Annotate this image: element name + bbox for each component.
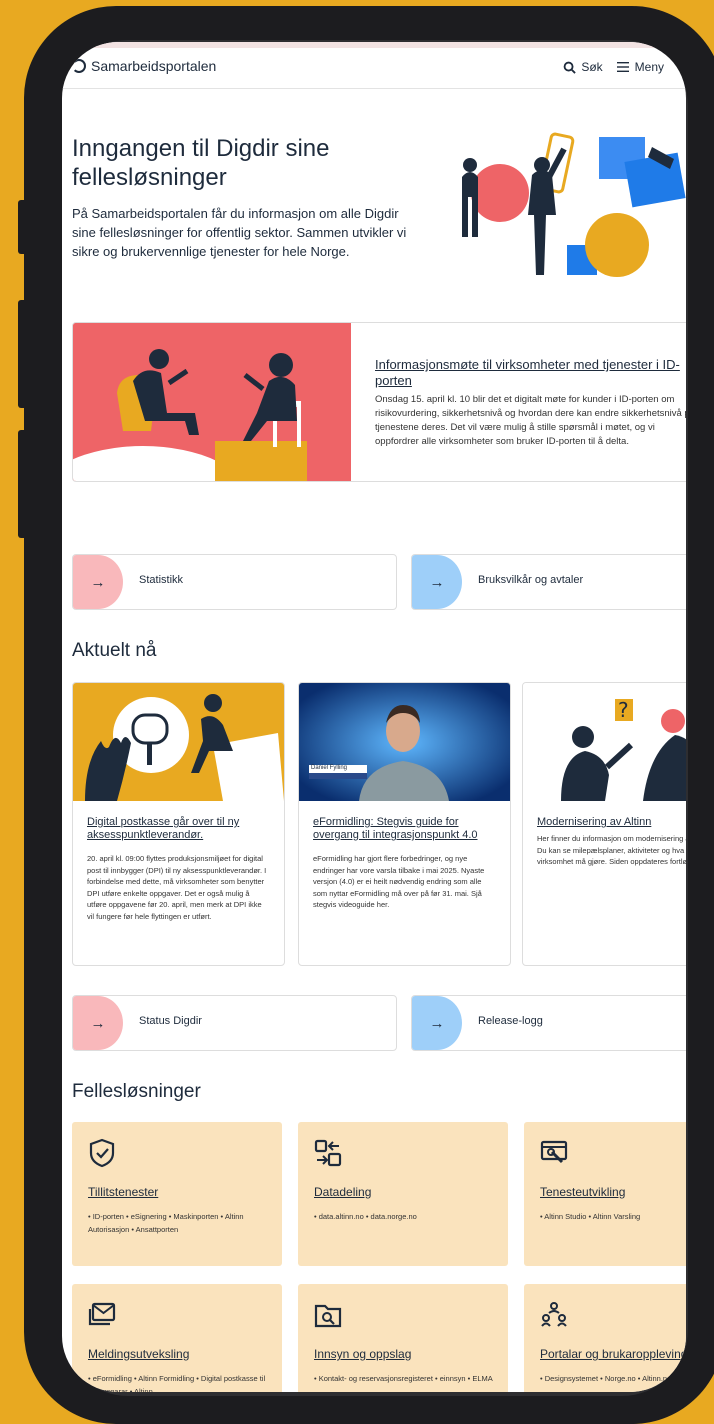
card-text: 20. april kl. 09:00 flyttes produksjonsm… bbox=[87, 854, 267, 921]
quicklink-statistikk[interactable]: → Statistikk bbox=[72, 554, 397, 610]
tile-title[interactable]: Innsyn og oppslag bbox=[314, 1347, 411, 1361]
hamburger-icon bbox=[616, 62, 629, 72]
solution-tile-innsyn[interactable]: Innsyn og oppslag • Kontakt- og reservas… bbox=[298, 1284, 508, 1392]
meeting-illustration bbox=[73, 323, 351, 481]
card-title[interactable]: Digital postkasse går over til ny aksess… bbox=[87, 816, 267, 842]
news-banner[interactable]: Informasjonsmøte til virksomheter med tj… bbox=[72, 322, 686, 482]
hero-description: På Samarbeidsportalen får du informasjon… bbox=[72, 206, 407, 259]
phone-screen: Samarbeidsportalen Søk Meny Inngangen ti… bbox=[62, 42, 686, 1392]
banner-text: Onsdag 15. april kl. 10 blir det et digi… bbox=[375, 394, 686, 447]
tile-title[interactable]: Meldingsutveksling bbox=[88, 1347, 189, 1361]
arrow-right-icon: → bbox=[73, 555, 123, 609]
screen-tool-icon bbox=[540, 1140, 568, 1164]
tile-text: • ID-porten • eSignering • Maskinporten … bbox=[88, 1212, 244, 1234]
card-title[interactable]: eFormidling: Stegvis guide for overgang … bbox=[313, 816, 493, 842]
tile-text: • Kontakt- og reservasjonsregisteret • e… bbox=[314, 1374, 493, 1383]
logo-icon bbox=[72, 59, 86, 73]
quicklink-release-logg[interactable]: → Release-logg bbox=[411, 995, 686, 1051]
card-text: Her finner du informasjon om moderniseri… bbox=[537, 834, 686, 866]
quicklink-label: Bruksvilkår og avtaler bbox=[478, 574, 584, 586]
question-illustration: ? bbox=[523, 683, 686, 801]
news-card[interactable]: ? Modernisering av Altinn Her finner du … bbox=[522, 682, 686, 966]
site-logo[interactable]: Samarbeidsportalen bbox=[72, 58, 216, 74]
news-section-title: Aktuelt nå bbox=[72, 640, 157, 661]
solution-tile-tillitstenester[interactable]: Tillitstenester • ID-porten • eSignering… bbox=[72, 1122, 282, 1266]
arrow-right-icon: → bbox=[412, 555, 462, 609]
site-header: Samarbeidsportalen Søk Meny bbox=[62, 48, 686, 89]
menu-button[interactable]: Meny bbox=[616, 60, 664, 74]
news-card[interactable]: Digital postkasse går over til ny aksess… bbox=[72, 682, 285, 966]
logo-text: Samarbeidsportalen bbox=[91, 58, 217, 74]
tile-text: • eFormidling • Altinn Formidling • Digi… bbox=[88, 1374, 266, 1392]
quicklink-bruksvilkar[interactable]: → Bruksvilkår og avtaler bbox=[411, 554, 686, 610]
video-caption: Daniel Fylling bbox=[311, 765, 348, 771]
arrow-right-icon: → bbox=[73, 996, 123, 1050]
envelope-icon bbox=[88, 1302, 116, 1326]
tile-text: • Altinn Studio • Altinn Varsling bbox=[540, 1212, 641, 1221]
data-exchange-icon bbox=[314, 1139, 342, 1167]
svg-text:?: ? bbox=[618, 698, 629, 722]
solution-tile-tenesteutvikling[interactable]: Tenesteutvikling • Altinn Studio • Altin… bbox=[524, 1122, 686, 1266]
card-text: eFormidling har gjort flere forbedringer… bbox=[313, 854, 485, 909]
mailbox-illustration bbox=[73, 683, 284, 801]
search-label: Søk bbox=[581, 60, 603, 74]
solutions-section-title: Fellesløsninger bbox=[72, 1081, 201, 1102]
page-title: Inngangen til Digdir sine fellesløsninge… bbox=[72, 135, 330, 191]
hero-illustration bbox=[462, 132, 686, 277]
solution-tile-datadeling[interactable]: Datadeling • data.altinn.no • data.norge… bbox=[298, 1122, 508, 1266]
news-card[interactable]: Daniel Fylling eFormidling: Stegvis guid… bbox=[298, 682, 511, 966]
tile-text: • data.altinn.no • data.norge.no bbox=[314, 1212, 417, 1221]
search-icon bbox=[563, 61, 577, 74]
folder-search-icon bbox=[314, 1304, 342, 1328]
shield-check-icon bbox=[89, 1138, 115, 1168]
users-network-icon bbox=[541, 1302, 567, 1327]
quicklink-label: Release-logg bbox=[478, 1015, 543, 1027]
tile-title[interactable]: Datadeling bbox=[314, 1185, 371, 1199]
tile-title[interactable]: Portalar og brukaropplevingar bbox=[540, 1347, 686, 1361]
quicklink-label: Statistikk bbox=[139, 574, 184, 586]
arrow-right-icon: → bbox=[412, 996, 462, 1050]
menu-label: Meny bbox=[634, 60, 664, 74]
tile-title[interactable]: Tillitstenester bbox=[88, 1185, 158, 1199]
quicklink-status-digdir[interactable]: → Status Digdir bbox=[72, 995, 397, 1051]
search-button[interactable]: Søk bbox=[563, 60, 603, 74]
card-title[interactable]: Modernisering av Altinn bbox=[537, 816, 686, 829]
tile-text: • Designsystemet • Norge.no • Altinn.no bbox=[540, 1374, 672, 1383]
header-actions: Søk Meny bbox=[563, 60, 664, 74]
video-thumbnail bbox=[299, 683, 510, 801]
quicklink-label: Status Digdir bbox=[139, 1015, 202, 1027]
tile-title[interactable]: Tenesteutvikling bbox=[540, 1185, 625, 1199]
banner-title[interactable]: Informasjonsmøte til virksomheter med tj… bbox=[375, 357, 686, 389]
solution-tile-meldingsutveksling[interactable]: Meldingsutveksling • eFormidling • Altin… bbox=[72, 1284, 282, 1392]
solution-tile-portalar[interactable]: Portalar og brukaropplevingar • Designsy… bbox=[524, 1284, 686, 1392]
